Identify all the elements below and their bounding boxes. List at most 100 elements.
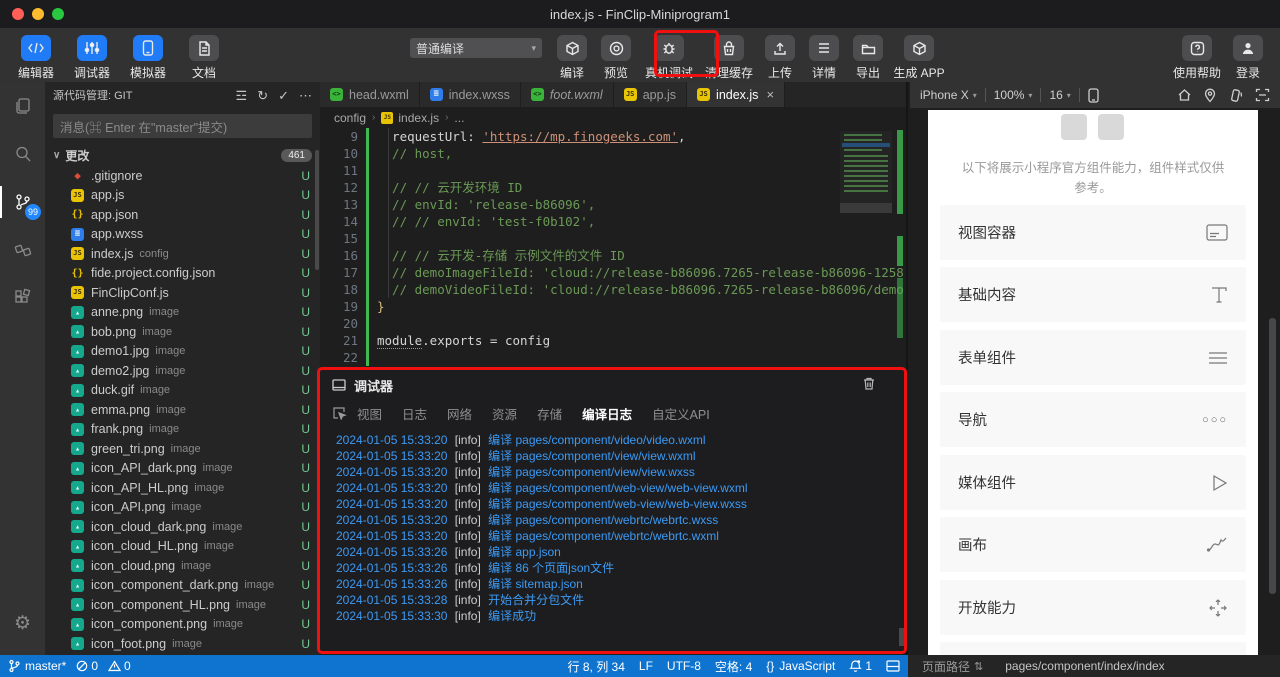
file-row[interactable]: .gitignore U [45, 166, 320, 186]
device-frame-icon[interactable] [1088, 87, 1099, 103]
inspect-icon[interactable] [332, 406, 347, 420]
debugger-tab[interactable]: 存储 [537, 404, 562, 423]
encoding-indicator[interactable]: UTF-8 [667, 659, 701, 673]
breadcrumb-root[interactable]: config [334, 111, 366, 125]
fontsize-select[interactable]: 16 ▾ [1049, 88, 1070, 102]
file-row[interactable]: icon_API.png image U [45, 498, 320, 518]
file-row[interactable]: icon_cloud_HL.png image U [45, 537, 320, 557]
eol-indicator[interactable]: LF [639, 659, 653, 673]
debugger-tab[interactable]: 视图 [357, 404, 382, 423]
layout-toggle[interactable] [886, 660, 900, 672]
editor-tab[interactable]: head.wxml × [320, 82, 420, 107]
generate-app-button[interactable]: 生成 APP [890, 28, 948, 81]
file-row[interactable]: index.js config U [45, 244, 320, 264]
explorer-icon[interactable] [0, 82, 45, 130]
card-partial[interactable] [940, 642, 1246, 655]
file-row[interactable]: demo2.jpg image U [45, 361, 320, 381]
card-form-components[interactable]: 表单组件 [940, 330, 1246, 385]
zoom-select[interactable]: 100% ▾ [994, 88, 1033, 102]
source-control-icon[interactable]: 99 [0, 178, 45, 226]
file-row[interactable]: anne.png image U [45, 303, 320, 323]
details-button[interactable]: 详情 [802, 28, 846, 81]
tree-view-icon[interactable]: ☲ [236, 89, 248, 102]
file-row[interactable]: demo1.jpg image U [45, 342, 320, 362]
page-path-value[interactable]: pages/component/index/index [1005, 659, 1164, 673]
log-entry[interactable]: 2024-01-05 15:33:26 [info] 编译 app.json [336, 544, 906, 560]
file-row[interactable]: app.wxss U [45, 225, 320, 245]
file-row[interactable]: emma.png image U [45, 400, 320, 420]
debugger-scrollbar[interactable] [899, 628, 905, 646]
file-row[interactable]: icon_foot.png image U [45, 634, 320, 654]
log-entry[interactable]: 2024-01-05 15:33:20 [info] 编译 pages/comp… [336, 448, 906, 464]
debugger-tab[interactable]: 日志 [402, 404, 427, 423]
warnings-indicator[interactable]: 0 [108, 659, 131, 673]
log-entry[interactable]: 2024-01-05 15:33:20 [info] 编译 pages/comp… [336, 512, 906, 528]
help-button[interactable]: 使用帮助 [1168, 28, 1226, 81]
home-icon[interactable] [1177, 88, 1192, 102]
sort-icon[interactable]: ⇅ [974, 660, 983, 673]
device-select[interactable]: iPhone X ▾ [920, 88, 977, 102]
breadcrumb-file[interactable]: index.js [398, 111, 439, 125]
debugger-tab[interactable]: 自定义API [652, 404, 710, 423]
minimap-slider[interactable] [840, 203, 892, 213]
indent-indicator[interactable]: 空格: 4 [715, 658, 752, 675]
export-button[interactable]: 导出 [846, 28, 890, 81]
extensions-icon[interactable] [0, 274, 45, 322]
log-entry[interactable]: 2024-01-05 15:33:28 [info] 开始合并分包文件 [336, 592, 906, 608]
search-icon[interactable] [0, 130, 45, 178]
file-row[interactable]: green_tri.png image U [45, 439, 320, 459]
log-entry[interactable]: 2024-01-05 15:33:26 [info] 编译 86 个页面json… [336, 560, 906, 576]
refresh-icon[interactable]: ↻ [257, 89, 268, 102]
editor-tab[interactable]: app.js × [613, 82, 688, 107]
file-row[interactable]: icon_component.png image U [45, 615, 320, 635]
log-entry[interactable]: 2024-01-05 15:33:20 [info] 编译 pages/comp… [336, 480, 906, 496]
file-row[interactable]: app.json U [45, 205, 320, 225]
debugger-tab[interactable]: 编译日志 [582, 404, 632, 423]
clear-cache-button[interactable]: 清理缓存 [700, 28, 758, 81]
file-row[interactable]: bob.png image U [45, 322, 320, 342]
file-row[interactable]: icon_component_HL.png image U [45, 595, 320, 615]
card-canvas[interactable]: 画布 [940, 517, 1246, 572]
log-entry[interactable]: 2024-01-05 15:33:20 [info] 编译 pages/comp… [336, 496, 906, 512]
code-editor[interactable]: 9 requestUrl: 'https://mp.finogeeks.com'… [320, 128, 906, 368]
log-entry[interactable]: 2024-01-05 15:33:20 [info] 编译 pages/comp… [336, 464, 906, 480]
file-row[interactable]: app.js U [45, 186, 320, 206]
rotate-device-icon[interactable] [1228, 88, 1243, 103]
compile-mode-select[interactable]: 普通编译 ▾ [410, 38, 542, 58]
simulator-scrollbar[interactable] [1269, 318, 1276, 594]
errors-indicator[interactable]: 0 [76, 659, 98, 673]
card-open-capabilities[interactable]: 开放能力 [940, 580, 1246, 635]
editor-tab[interactable]: foot.wxml × [520, 82, 614, 107]
scm-scrollbar[interactable] [315, 150, 319, 270]
log-entry[interactable]: 2024-01-05 15:33:26 [info] 编译 sitemap.js… [336, 576, 906, 592]
file-row[interactable]: icon_API_HL.png image U [45, 478, 320, 498]
log-entry[interactable]: 2024-01-05 15:33:20 [info] 编译 pages/comp… [336, 432, 906, 448]
card-media-components[interactable]: 媒体组件 [940, 455, 1246, 510]
file-row[interactable]: icon_cloud_dark.png image U [45, 517, 320, 537]
card-navigation[interactable]: 导航 ○○○ [940, 392, 1246, 447]
language-indicator[interactable]: {} JavaScript [766, 659, 835, 673]
file-row[interactable]: duck.gif image U [45, 381, 320, 401]
file-row[interactable]: icon_API_dark.png image U [45, 459, 320, 479]
cursor-position[interactable]: 行 8, 列 34 [568, 658, 625, 675]
location-icon[interactable] [1204, 88, 1216, 103]
card-view-container[interactable]: 视图容器 [940, 205, 1246, 260]
editor-tab[interactable]: index.js × [687, 82, 786, 107]
clear-logs-button[interactable] [862, 376, 876, 396]
changes-section-header[interactable]: ∨ 更改 461 [45, 144, 320, 166]
debugger-tab[interactable]: 网络 [447, 404, 472, 423]
simulator-button[interactable]: 模拟器 [120, 28, 176, 81]
login-button[interactable]: 登录 [1226, 28, 1270, 81]
minimap[interactable] [840, 131, 892, 213]
notifications-indicator[interactable]: 1 [849, 659, 872, 673]
close-icon[interactable]: × [766, 87, 774, 102]
breadcrumb-more[interactable]: ... [454, 111, 464, 125]
file-row[interactable]: icon_cloud.png image U [45, 556, 320, 576]
editor-tab[interactable]: index.wxss × [419, 82, 521, 107]
log-entry[interactable]: 2024-01-05 15:33:20 [info] 编译 pages/comp… [336, 528, 906, 544]
references-icon[interactable] [0, 226, 45, 274]
file-row[interactable]: icon_component_dark.png image U [45, 576, 320, 596]
log-entry[interactable]: 2024-01-05 15:33:30 [info] 编译成功 [336, 608, 906, 624]
preview-button[interactable]: 预览 [594, 28, 638, 81]
commit-check-icon[interactable]: ✓ [278, 89, 289, 102]
